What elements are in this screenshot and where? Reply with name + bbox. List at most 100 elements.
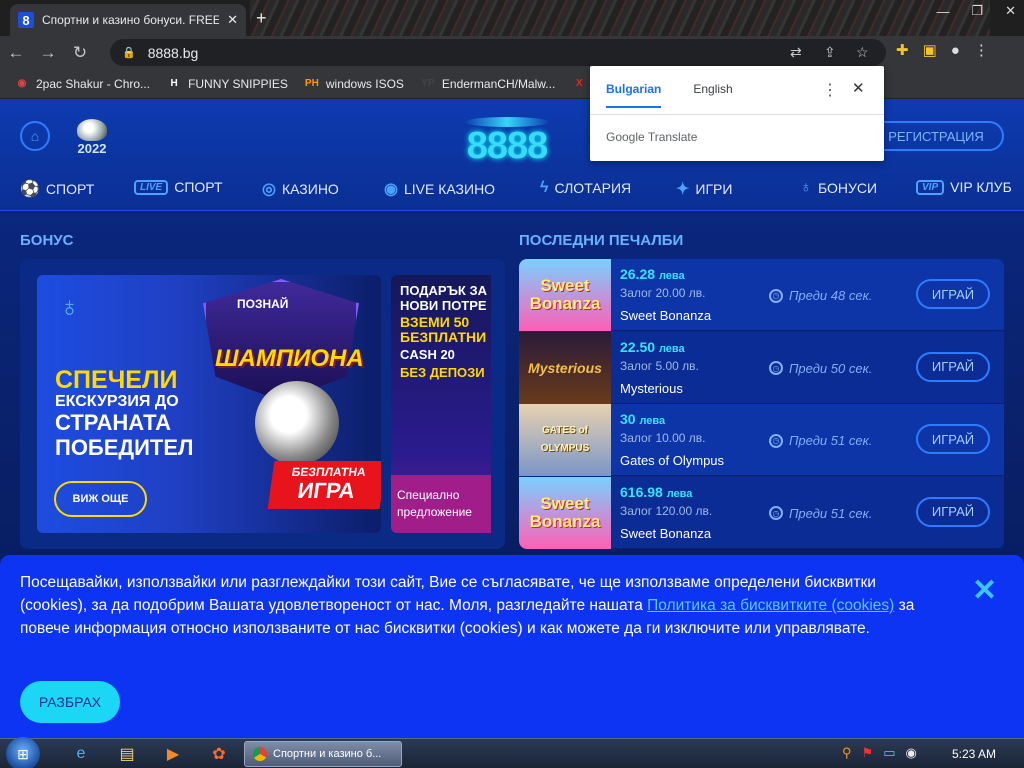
sidepanel-icon[interactable]: ▣ bbox=[923, 41, 937, 59]
cookie-close-icon[interactable]: ✕ bbox=[972, 576, 997, 606]
cookie-accept-button[interactable]: РАЗБРАХ bbox=[20, 681, 120, 723]
win-game-name: Sweet Bonanza bbox=[620, 308, 712, 323]
bookmark-star-icon[interactable]: ☆ bbox=[856, 44, 869, 61]
win-game-name: Sweet Bonanza bbox=[620, 525, 712, 541]
main-nav: ⚽ СПОРТ LIVE СПОРТ ◎ КАЗИНО ◉ LIVE КАЗИНО ϟ СЛОТА… bbox=[0, 179, 1024, 201]
tab-title: Спортни и казино бонуси. FREE bbox=[42, 13, 220, 27]
recent-wins-list: Sweet Bonanza 26.28 лева Залог 20.00 лв. Sw… bbox=[519, 259, 1004, 549]
home-icon[interactable]: ⌂ bbox=[20, 121, 50, 151]
banner-headline-2: ЕКСКУРЗИЯ ДО bbox=[55, 393, 179, 410]
win-time-text: Преди 51 сек. bbox=[789, 433, 873, 448]
win-amount-value: 616.98 bbox=[620, 483, 663, 500]
recent-wins-title: ПОСЛЕДНИ ПЕЧАЛБИ bbox=[519, 232, 684, 249]
crest-main-text: ШАМПИОНА bbox=[215, 345, 364, 372]
translate-menu-icon[interactable]: ⋮ bbox=[822, 80, 838, 100]
system-tray: ⚲ ⚑ ▭ ◉ bbox=[842, 745, 917, 761]
nav-item-3[interactable]: ◎ КАЗИНО bbox=[262, 179, 339, 199]
lock-icon[interactable]: 🔒 bbox=[122, 46, 136, 59]
nav-item-6[interactable]: ✦ ИГРИ bbox=[676, 179, 732, 199]
browser-tab[interactable]: 8 Спортни и казино бонуси. FREE ✕ bbox=[10, 4, 246, 36]
bolt-icon: ϟ bbox=[540, 179, 549, 196]
forward-icon[interactable]: → bbox=[32, 43, 64, 63]
nav-label: СПОРТ bbox=[45, 181, 95, 197]
tab-close-icon[interactable]: ✕ bbox=[227, 12, 238, 28]
cookie-policy-link[interactable]: Политика за бисквитките (cookies) bbox=[647, 597, 894, 614]
game-thumbnail[interactable]: Mysterious bbox=[519, 331, 611, 404]
nav-label: КАЗИНО bbox=[281, 181, 339, 197]
tray-flag-icon[interactable]: ⚑ bbox=[862, 745, 874, 761]
banner-headline-3b: ПОБЕДИТЕЛ bbox=[55, 435, 194, 460]
football-icon: ⚽ bbox=[20, 181, 40, 198]
new-tab-button[interactable]: + bbox=[256, 8, 267, 29]
play-button[interactable]: ИГРАЙ bbox=[916, 279, 990, 309]
free-game-tag: БЕЗПЛАТНА ИГРА bbox=[267, 461, 381, 509]
special-offer-banner[interactable]: ПОДАРЪК ЗА НОВИ ПОТРЕ ВЗЕМИ 50 БЕЗПЛАТНИ… bbox=[391, 275, 491, 533]
bookmark-item[interactable]: H FUNNY SNIPPIES bbox=[166, 76, 287, 92]
nav-item-1[interactable]: ⚽ СПОРТ bbox=[20, 179, 94, 199]
back-icon[interactable]: ← bbox=[0, 43, 32, 63]
paint-icon[interactable]: ✿ bbox=[206, 742, 232, 766]
nav-item-8[interactable]: VIP VIP КЛУБ bbox=[916, 179, 1012, 195]
profile-avatar-icon[interactable]: ● bbox=[951, 42, 960, 59]
play-button[interactable]: ИГРАЙ bbox=[916, 351, 990, 382]
champion-banner[interactable]: ♁ ПОЗНАЙ ШАМПИОНА СПЕЧЕЛИ ЕКСКУРЗИЯ ДО С… bbox=[37, 275, 381, 533]
taskbar-task-label: Спортни и казино б... bbox=[273, 748, 382, 760]
ie-icon[interactable]: e bbox=[68, 742, 94, 766]
register-button[interactable]: РЕГИСТРАЦИЯ bbox=[868, 121, 1004, 151]
bookmark-item[interactable]: PH windows ISOS bbox=[304, 76, 404, 92]
tray-search-icon[interactable]: ⚲ bbox=[842, 745, 852, 761]
bookmark-item[interactable]: YP EndermanCH/Malw... bbox=[420, 76, 555, 92]
tray-volume-icon[interactable]: ◉ bbox=[905, 745, 916, 761]
play-button[interactable]: ИГРАЙ bbox=[916, 496, 990, 527]
address-bar[interactable]: 🔒 8888.bg ⇄ ⇪ ☆ bbox=[110, 39, 886, 66]
browser-titlebar: 8 Спортни и казино бонуси. FREE ✕ + — ❐ … bbox=[0, 0, 1024, 36]
game-thumbnail[interactable]: Sweet Bonanza bbox=[519, 259, 611, 331]
tray-display-icon[interactable]: ▭ bbox=[883, 745, 895, 761]
bonus-section-title: БОНУС bbox=[20, 232, 74, 249]
explorer-folder-icon[interactable]: ▤ bbox=[114, 742, 140, 766]
maximize-icon[interactable]: ❐ bbox=[971, 3, 983, 19]
play-button[interactable]: ИГРАЙ bbox=[916, 424, 990, 454]
offer-line-1b: НОВИ ПОТРЕ bbox=[400, 298, 487, 313]
extensions-icon[interactable]: ✚ bbox=[896, 41, 909, 59]
game-thumbnail[interactable]: GATES of OLYMPUS bbox=[519, 404, 611, 476]
bookmark-item[interactable]: ◉ 2pac Shakur - Chro... bbox=[14, 76, 150, 92]
lang-tab-bulgarian[interactable]: Bulgarian bbox=[606, 82, 662, 108]
win-amount-unit: лева bbox=[666, 487, 693, 500]
share-icon[interactable]: ⇪ bbox=[824, 44, 836, 61]
reload-icon[interactable]: ↻ bbox=[64, 43, 96, 63]
nav-item-2[interactable]: LIVE СПОРТ bbox=[134, 179, 223, 195]
win-amount-value: 22.50 bbox=[620, 338, 656, 355]
nav-item-4[interactable]: ◉ LIVE КАЗИНО bbox=[384, 179, 495, 199]
translate-footer: Google Translate bbox=[606, 130, 698, 144]
view-more-button[interactable]: ВИЖ ОЩЕ bbox=[54, 481, 147, 517]
media-player-icon[interactable]: ▶ bbox=[160, 742, 186, 766]
translate-icon[interactable]: ⇄ bbox=[790, 44, 802, 61]
bookmark-label: EndermanCH/Malw... bbox=[441, 76, 556, 91]
clock-icon: ◷ bbox=[769, 433, 783, 448]
win-row: Sweet Bonanza 26.28 лева Залог 20.00 лв. Sw… bbox=[519, 259, 1004, 331]
minimize-icon[interactable]: — bbox=[936, 4, 949, 19]
win-time: ◷ Преди 51 сек. bbox=[769, 506, 872, 521]
menu-kebab-icon[interactable]: ⋮ bbox=[974, 41, 989, 59]
window-close-icon[interactable]: ✕ bbox=[1005, 3, 1016, 19]
win-stake: Залог 120.00 лв. bbox=[620, 503, 713, 518]
wallpaper-strip bbox=[250, 0, 990, 36]
logo-text: 8888 bbox=[466, 125, 549, 167]
tag-big-text: ИГРА bbox=[296, 478, 357, 503]
start-button[interactable]: ⊞ bbox=[6, 737, 40, 768]
world-cup-badge[interactable]: 2022 bbox=[72, 119, 112, 156]
translate-close-icon[interactable]: ✕ bbox=[852, 79, 865, 97]
game-thumbnail[interactable]: Sweet Bonanza bbox=[519, 476, 611, 549]
offer-line-1: ПОДАРЪК ЗА НОВИ ПОТРЕ bbox=[400, 283, 487, 313]
win-amount: 30 лева bbox=[620, 411, 665, 427]
taskbar-chrome-task[interactable]: Спортни и казино б... bbox=[244, 741, 402, 767]
win-amount-unit: лева bbox=[639, 415, 666, 427]
nav-item-5[interactable]: ϟ СЛОТАРИЯ bbox=[540, 179, 631, 197]
site-logo[interactable]: 8888 bbox=[452, 117, 562, 167]
tag-small-text: БЕЗПЛАТНА bbox=[290, 465, 367, 479]
nav-label: VIP КЛУБ bbox=[950, 179, 1012, 195]
nav-item-7[interactable]: ♁ БОНУСИ bbox=[800, 179, 877, 197]
lang-tab-english[interactable]: English bbox=[693, 82, 732, 108]
win-time-text: Преди 50 сек. bbox=[789, 360, 873, 376]
